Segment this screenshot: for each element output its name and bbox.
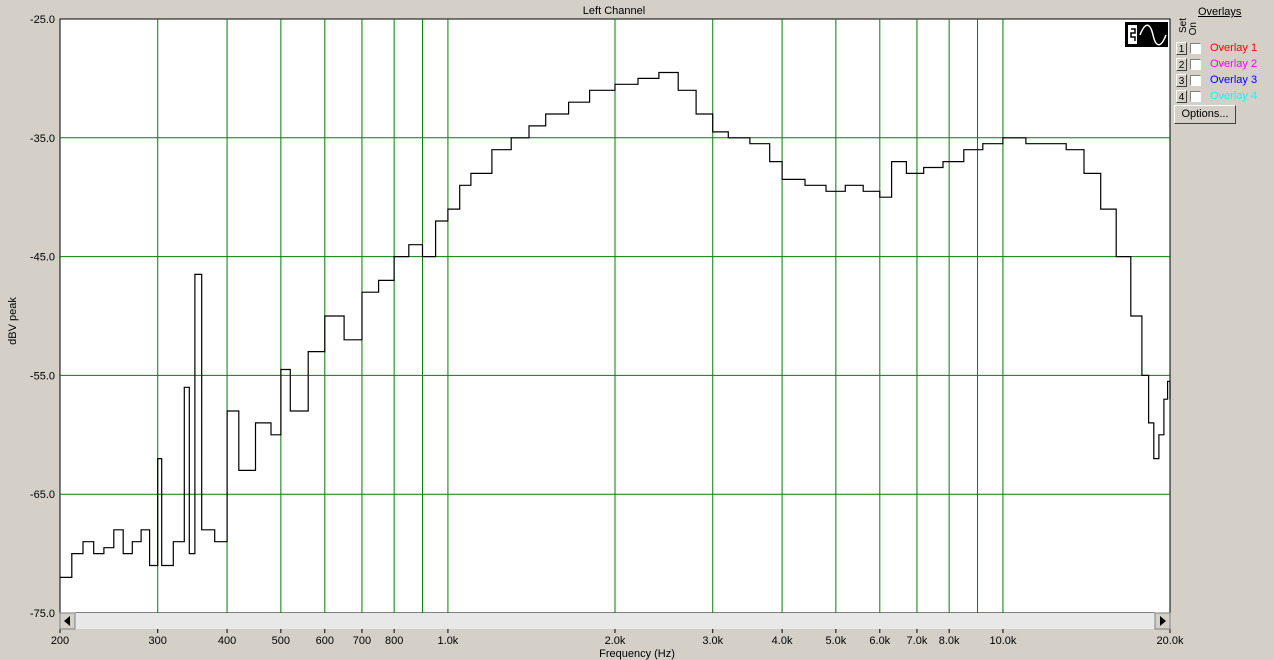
overlay-3-label: Overlay 3: [1210, 74, 1258, 86]
overlays-title: Overlays: [1198, 6, 1242, 18]
overlay-1-checkbox[interactable]: [1190, 43, 1201, 54]
overlay-row-2: 2 Overlay 2: [1176, 58, 1274, 73]
y-axis-label: dBV peak: [7, 297, 19, 345]
y-tick-label: -25.0: [30, 14, 55, 26]
x-axis-ticks: 200 300 400 500 600 700 800 1.0k 2.0k 3.0k 4.0k 5.0…: [51, 629, 1184, 647]
on-column-header: On: [1188, 22, 1199, 36]
x-tick-label: 8.0k: [939, 635, 960, 647]
overlay-4-checkbox[interactable]: [1190, 91, 1201, 102]
overlay-row-4: 4 Overlay 4: [1176, 90, 1274, 105]
overlay-3-checkbox[interactable]: [1190, 75, 1201, 86]
x-tick-label: 400: [218, 635, 236, 647]
x-tick-label: 7.0k: [907, 635, 928, 647]
overlay-2-checkbox[interactable]: [1190, 59, 1201, 70]
sine-wave-display-icon[interactable]: [1125, 22, 1168, 47]
x-tick-label: 600: [316, 635, 334, 647]
x-tick-label: 500: [272, 635, 290, 647]
x-tick-label: 3.0k: [702, 635, 723, 647]
spectrum-chart: Left Channel -25.0 -35.0 -45.0 -55.0 -65.0 -7…: [7, 5, 1184, 660]
chart-title: Left Channel: [583, 5, 645, 17]
overlay-3-set-button[interactable]: 3: [1176, 74, 1187, 87]
x-tick-label: 1.0k: [438, 635, 459, 647]
x-tick-label: 200: [51, 635, 69, 647]
horizontal-scrollbar[interactable]: [59, 612, 1171, 630]
x-axis-label: Frequency (Hz): [599, 648, 675, 660]
x-tick-label: 300: [149, 635, 167, 647]
y-tick-label: -55.0: [30, 370, 55, 382]
x-tick-label: 2.0k: [605, 635, 626, 647]
overlay-2-label: Overlay 2: [1210, 58, 1258, 70]
y-axis-ticks: -25.0 -35.0 -45.0 -55.0 -65.0 -75.0: [30, 14, 55, 620]
overlay-row-1: 1 Overlay 1: [1176, 42, 1274, 57]
y-tick-label: -35.0: [30, 133, 55, 145]
overlay-1-label: Overlay 1: [1210, 42, 1258, 54]
x-tick-label: 700: [353, 635, 371, 647]
overlay-4-label: Overlay 4: [1210, 90, 1258, 102]
overlays-panel: Set On Overlays 1 Overlay 1 2 Overlay 2 …: [1170, 0, 1274, 660]
y-tick-label: -45.0: [30, 252, 55, 264]
overlay-4-set-button[interactable]: 4: [1176, 90, 1187, 103]
options-button[interactable]: Options...: [1174, 105, 1236, 124]
x-tick-label: 10.0k: [989, 635, 1016, 647]
overlay-2-set-button[interactable]: 2: [1176, 58, 1187, 71]
overlay-1-set-button[interactable]: 1: [1176, 42, 1187, 55]
overlay-row-3: 3 Overlay 3: [1176, 74, 1274, 89]
y-tick-label: -65.0: [30, 489, 55, 501]
x-tick-label: 4.0k: [772, 635, 793, 647]
x-tick-label: 5.0k: [825, 635, 846, 647]
x-tick-label: 800: [385, 635, 403, 647]
y-tick-label: -75.0: [30, 608, 55, 620]
x-tick-label: 6.0k: [869, 635, 890, 647]
